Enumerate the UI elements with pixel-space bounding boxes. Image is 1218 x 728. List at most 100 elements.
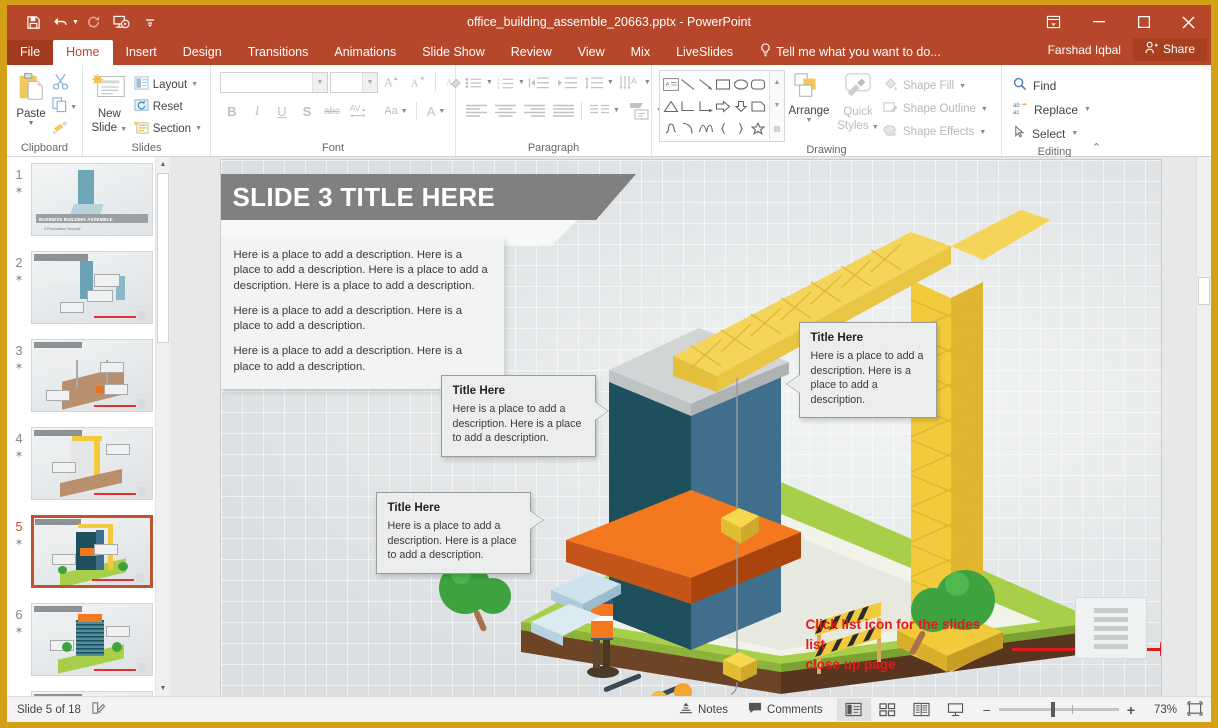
text-shadow-button[interactable]: S (295, 100, 319, 123)
italic-button[interactable]: I (245, 100, 269, 123)
ribbon-display-options-icon[interactable] (1031, 5, 1076, 39)
tab-mix[interactable]: Mix (618, 40, 663, 65)
thumbnail-slide-2[interactable]: 2 ✶ (7, 251, 170, 329)
tell-me-box[interactable]: Tell me what you want to do... (760, 43, 941, 65)
decrease-font-size-icon[interactable]: A (406, 71, 430, 94)
slide-title-band[interactable]: SLIDE 3 TITLE HERE (221, 174, 596, 220)
zoom-in-button[interactable]: + (1127, 702, 1135, 718)
find-button[interactable]: Find (1013, 74, 1091, 97)
gallery-scroll-up-icon[interactable]: ▲ (770, 71, 784, 94)
font-name-caret[interactable]: ▼ (312, 73, 327, 92)
tab-design[interactable]: Design (170, 40, 235, 65)
convert-to-smartart-button[interactable] (627, 99, 655, 122)
shape-oval-icon[interactable] (732, 73, 750, 95)
bullets-caret[interactable]: ▼ (486, 79, 493, 86)
copy-dropdown-caret[interactable]: ▼ (70, 104, 77, 111)
align-right-button[interactable] (520, 99, 548, 122)
align-left-button[interactable] (462, 99, 490, 122)
shape-gallery[interactable]: A (659, 70, 785, 142)
shape-effects-button[interactable]: Shape Effects ▼ (883, 121, 988, 143)
cut-button[interactable] (52, 74, 77, 94)
font-name-input[interactable]: ▼ (220, 72, 328, 93)
shape-arc-icon[interactable] (680, 117, 698, 139)
account-name[interactable]: Farshad Iqbal (1036, 43, 1133, 57)
shape-gallery-scrollbar[interactable]: ▲ ▼ ▤ (769, 71, 784, 141)
thumbnail-slide-6[interactable]: 6 ✶ (7, 603, 170, 681)
font-size-caret[interactable]: ▼ (362, 73, 377, 92)
zoom-control[interactable]: − + 73% (983, 702, 1177, 718)
numbering-button[interactable]: 123 (494, 71, 517, 94)
shape-fill-button[interactable]: Shape Fill ▼ (883, 75, 988, 97)
save-icon[interactable] (20, 10, 46, 34)
new-slide-caret[interactable]: ▼ (120, 126, 127, 133)
format-painter-button[interactable] (52, 120, 77, 140)
numbering-caret[interactable]: ▼ (518, 79, 525, 86)
thumbnail-slide-7[interactable]: 7 (7, 691, 170, 696)
thumbnail-image[interactable]: BUSINESS BUILDING ASSEMBLE A Presentatio… (31, 163, 153, 236)
tab-liveslides[interactable]: LiveSlides (663, 40, 746, 65)
animation-star-icon[interactable]: ✶ (14, 360, 23, 373)
select-caret[interactable]: ▼ (1071, 130, 1078, 137)
animation-star-icon[interactable]: ✶ (14, 536, 23, 549)
callout-right[interactable]: Title Here Here is a place to add a desc… (799, 322, 937, 418)
line-spacing-button[interactable] (582, 71, 606, 94)
bullets-button[interactable] (462, 71, 485, 94)
copy-button[interactable]: ▼ (52, 97, 77, 117)
columns-button[interactable] (586, 99, 612, 122)
shape-elbow-arrow-icon[interactable] (697, 95, 715, 117)
thumbnail-slide-3[interactable]: 3 ✶ (7, 339, 170, 417)
shape-outline-caret[interactable]: ▼ (981, 106, 988, 113)
scroll-down-icon[interactable]: ▼ (156, 681, 170, 696)
canvas-scrollbar[interactable] (1196, 157, 1211, 696)
arrange-caret[interactable]: ▼ (806, 117, 813, 124)
change-case-button[interactable]: Aa▼ (380, 100, 412, 123)
select-button[interactable]: Select ▼ (1013, 122, 1091, 145)
animation-star-icon[interactable]: ✶ (14, 184, 23, 197)
comments-button[interactable]: Comments (738, 698, 833, 722)
columns-caret[interactable]: ▼ (613, 107, 620, 114)
layout-button[interactable]: Layout ▼ (131, 74, 205, 95)
shape-star-icon[interactable] (750, 117, 768, 139)
animation-star-icon[interactable]: ✶ (14, 272, 23, 285)
collapse-ribbon-icon[interactable]: ⌃ (1092, 141, 1101, 154)
customize-qat-icon[interactable] (137, 10, 163, 34)
shape-outline-button[interactable]: Shape Outline ▼ (883, 98, 988, 120)
replace-caret[interactable]: ▼ (1084, 106, 1091, 113)
notes-button[interactable]: Notes (669, 698, 738, 722)
slides-list-icon[interactable] (1075, 597, 1147, 659)
scrollbar-thumb[interactable] (157, 173, 169, 343)
reset-button[interactable]: Reset (131, 96, 205, 117)
text-direction-caret[interactable]: ▼ (644, 79, 651, 86)
shape-effects-caret[interactable]: ▼ (979, 129, 986, 136)
current-slide[interactable]: SLIDE 3 TITLE HERE Here is a place to ad… (221, 160, 1161, 696)
shape-fill-caret[interactable]: ▼ (959, 83, 966, 90)
slide-counter[interactable]: Slide 5 of 18 (17, 704, 81, 716)
maximize-button[interactable] (1121, 5, 1166, 39)
tab-file[interactable]: File (7, 40, 53, 65)
callout-lower-left[interactable]: Title Here Here is a place to add a desc… (376, 492, 531, 574)
shape-triangle-icon[interactable] (662, 95, 680, 117)
bold-button[interactable]: B (220, 100, 244, 123)
zoom-out-button[interactable]: − (983, 702, 991, 718)
underline-button[interactable]: U (270, 100, 294, 123)
fit-slide-to-window-icon[interactable] (1187, 701, 1203, 719)
shape-line-icon[interactable] (680, 73, 698, 95)
shape-elbow-connector-icon[interactable] (680, 95, 698, 117)
undo-icon[interactable] (48, 10, 74, 34)
arrange-button[interactable]: Arrange ▼ (785, 70, 833, 124)
font-size-input[interactable]: ▼ (330, 72, 378, 93)
section-caret[interactable]: ▼ (195, 125, 202, 132)
shape-down-arrow-icon[interactable] (732, 95, 750, 117)
slide-description-box[interactable]: Here is a place to add a description. He… (221, 236, 504, 389)
layout-caret[interactable]: ▼ (191, 81, 198, 88)
section-button[interactable]: Section ▼ (131, 118, 205, 139)
zoom-slider-handle[interactable] (1051, 702, 1055, 717)
canvas-sc rollbar-thumb[interactable] (1198, 277, 1210, 305)
thumbnail-slide-4[interactable]: 4 ✶ (7, 427, 170, 505)
shape-flowchart-icon[interactable] (750, 95, 768, 117)
start-presentation-icon[interactable] (109, 10, 135, 34)
zoom-level-label[interactable]: 73% (1143, 704, 1177, 716)
animation-star-icon[interactable]: ✶ (14, 624, 23, 637)
share-button[interactable]: Share (1133, 38, 1207, 61)
new-slide-button[interactable]: New Slide ▼ (88, 70, 131, 137)
